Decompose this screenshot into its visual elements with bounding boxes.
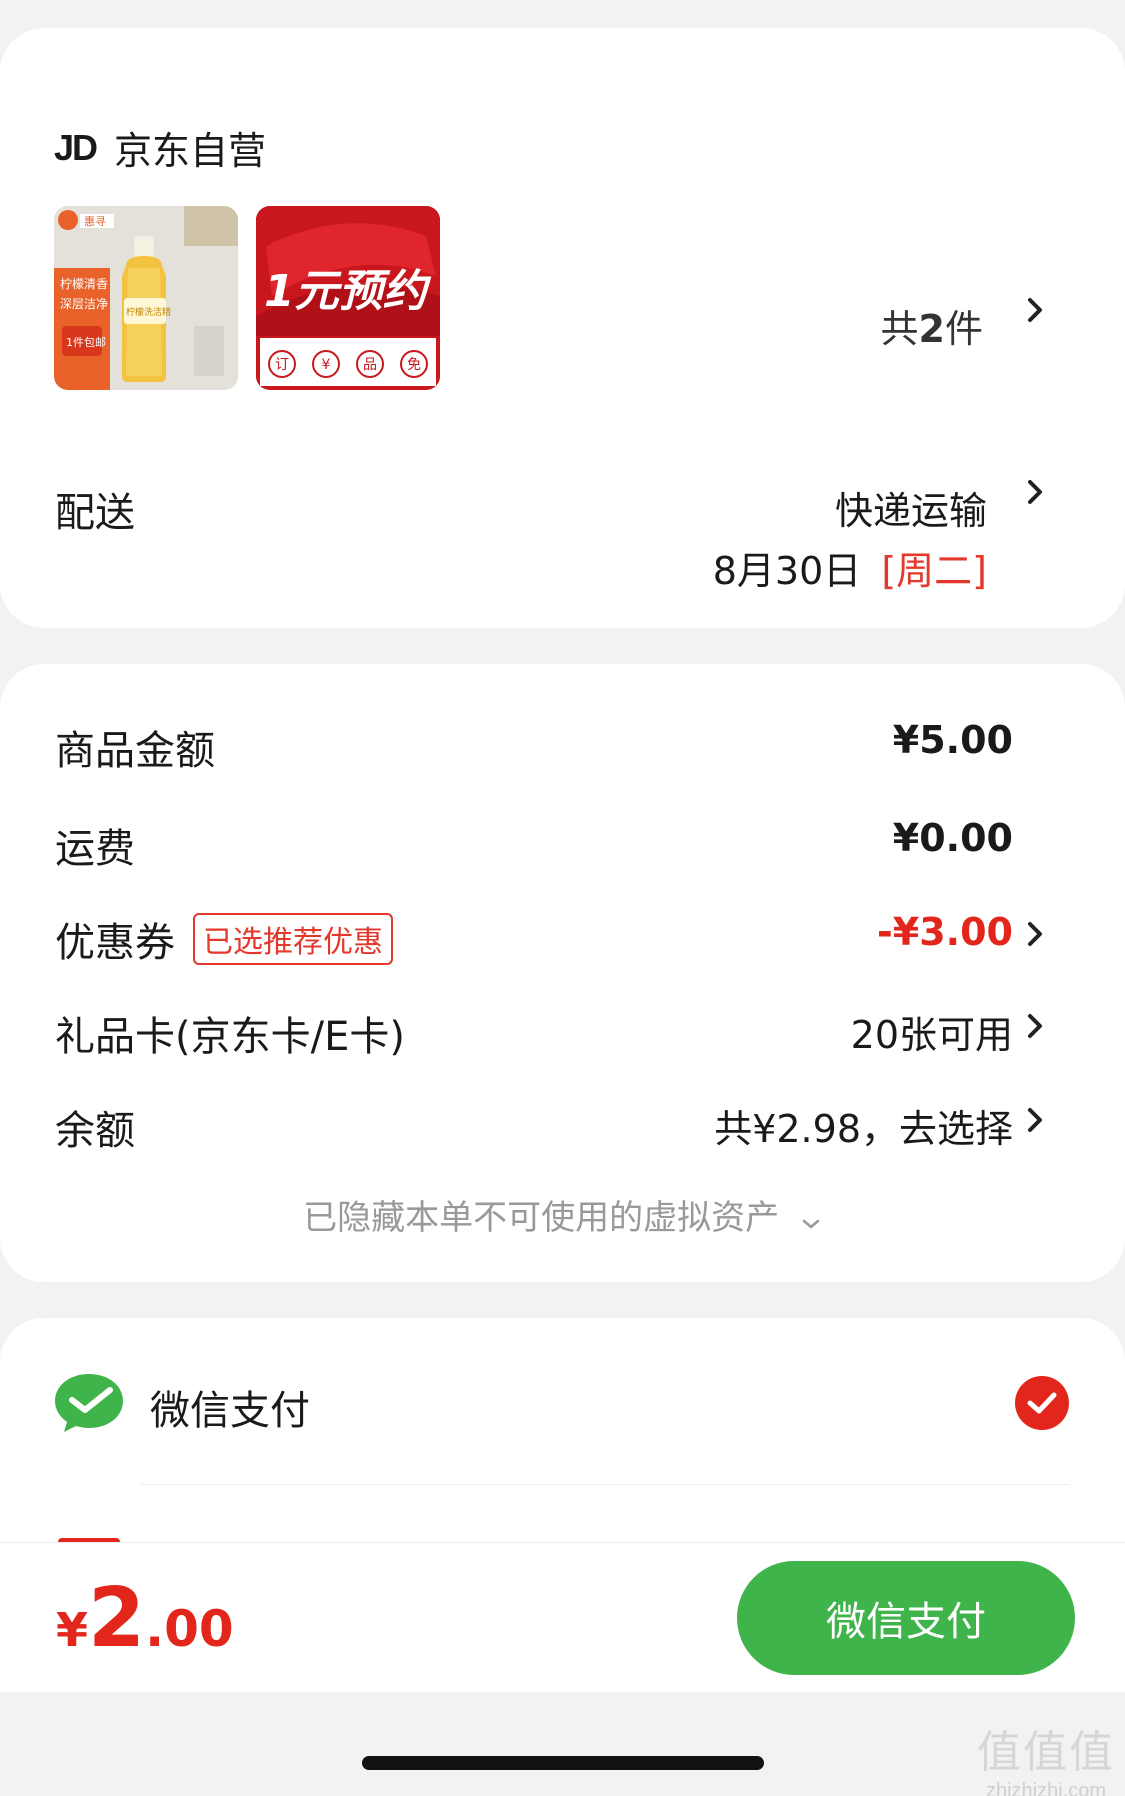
svg-text:1元预约: 1元预约: [264, 266, 432, 317]
count-suffix: 件: [944, 307, 983, 351]
coupon-label: 优惠券: [55, 920, 175, 966]
selected-check-icon[interactable]: [1015, 1376, 1069, 1430]
shop-card: JD 京东自营 惠寻 柠檬清香 深层洁净 1件包邮 柠檬洗洁精 1元预约 订 ¥…: [0, 28, 1125, 628]
product-count[interactable]: 共2件: [881, 298, 983, 353]
chevron-right-icon[interactable]: [1018, 1100, 1052, 1140]
coupon-tag: 已选推荐优惠: [193, 913, 393, 965]
shop-header[interactable]: JD 京东自营: [54, 120, 266, 175]
total-price: ¥ 2 .00: [56, 1571, 234, 1666]
delivery-method[interactable]: 快递运输: [835, 480, 987, 535]
count-number: 2: [918, 307, 945, 351]
hidden-assets-toggle[interactable]: 已隐藏本单不可使用的虚拟资产: [0, 1190, 1125, 1240]
delivery-date-text: 8月30日: [712, 549, 862, 593]
total-decimal: .00: [145, 1600, 234, 1658]
total-currency: ¥: [56, 1603, 89, 1657]
total-integer: 2: [88, 1571, 146, 1666]
shipping-value: ¥0.00: [892, 816, 1013, 860]
chevron-right-icon[interactable]: [1018, 472, 1052, 512]
shop-name: 京东自营: [114, 129, 267, 173]
svg-text:柠檬洗洁精: 柠檬洗洁精: [126, 306, 171, 318]
product-thumbnail-reservation[interactable]: 1元预约 订 ¥ 品 免: [256, 206, 440, 390]
delivery-weekday: [周二]: [881, 549, 987, 593]
balance-label: 余额: [55, 1108, 135, 1154]
hidden-assets-text: 已隐藏本单不可使用的虚拟资产: [303, 1198, 780, 1238]
jd-logo: JD: [54, 126, 98, 168]
divider: [140, 1484, 1070, 1485]
home-indicator: [362, 1756, 764, 1770]
coupon-value[interactable]: -¥3.00: [877, 910, 1013, 954]
svg-text:品: 品: [363, 357, 377, 373]
chevron-right-icon[interactable]: [1018, 290, 1052, 330]
payment-method-label[interactable]: 微信支付: [150, 1378, 310, 1436]
goods-amount-label: 商品金额: [55, 728, 215, 774]
balance-value[interactable]: 共¥2.98，去选择: [714, 1098, 1013, 1153]
delivery-label: 配送: [55, 490, 135, 536]
svg-text:免: 免: [407, 357, 421, 373]
chevron-right-icon[interactable]: [1018, 1006, 1052, 1046]
delivery-date: 8月30日 [周二]: [713, 540, 987, 595]
watermark: 值值值 zhizhizhi.com: [977, 1716, 1115, 1796]
giftcard-label: 礼品卡(京东卡/E卡): [55, 1014, 405, 1060]
goods-amount-value: ¥5.00: [892, 718, 1013, 762]
reservation-banner-image: 1元预约 订 ¥ 品 免: [256, 206, 440, 390]
giftcard-value[interactable]: 20张可用: [851, 1004, 1013, 1059]
chevron-right-icon[interactable]: [1018, 914, 1052, 954]
coupon-row-label[interactable]: 优惠券 已选推荐优惠: [55, 910, 393, 968]
watermark-url: zhizhizhi.com: [985, 1780, 1107, 1796]
wechat-pay-icon: [52, 1370, 126, 1436]
watermark-logo: 值值值: [977, 1728, 1115, 1777]
chevron-down-icon: [800, 1200, 822, 1240]
svg-text:¥: ¥: [322, 357, 331, 373]
dish-soap-image: 惠寻 柠檬清香 深层洁净 1件包邮 柠檬洗洁精: [54, 206, 238, 390]
bottom-action-bar: ¥ 2 .00 微信支付: [0, 1542, 1125, 1692]
svg-text:订: 订: [275, 357, 289, 373]
svg-text:1件包邮: 1件包邮: [66, 336, 106, 349]
count-prefix: 共: [880, 307, 919, 351]
shipping-label: 运费: [55, 826, 135, 872]
svg-text:惠寻: 惠寻: [84, 214, 106, 228]
svg-text:深层洁净: 深层洁净: [60, 297, 108, 311]
pay-button[interactable]: 微信支付: [737, 1561, 1075, 1675]
svg-text:柠檬清香: 柠檬清香: [60, 276, 108, 291]
product-thumbnail-dish-soap[interactable]: 惠寻 柠檬清香 深层洁净 1件包邮 柠檬洗洁精: [54, 206, 238, 390]
